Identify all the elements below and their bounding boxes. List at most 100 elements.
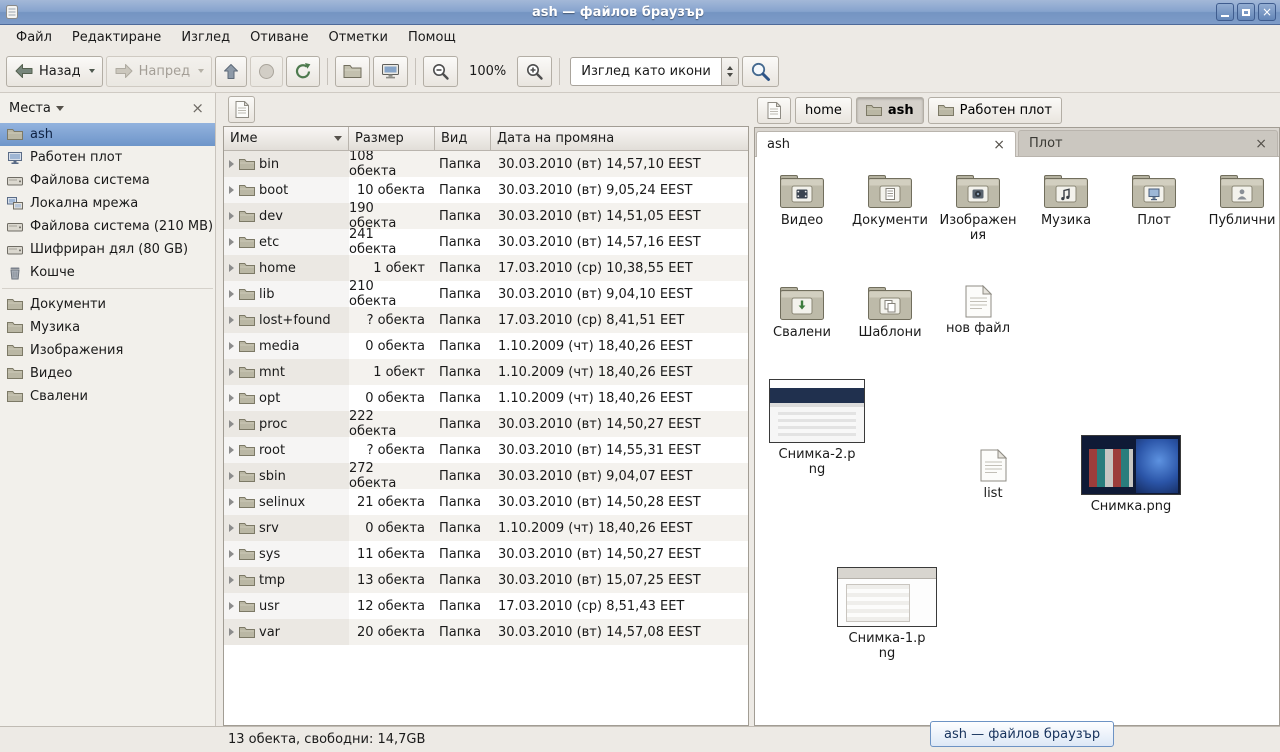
file-row[interactable]: var20 обектаПапка30.03.2010 (вт) 14,57,0… — [224, 619, 748, 645]
file-row[interactable]: home1 обектПапка17.03.2010 (ср) 10,38,55… — [224, 255, 748, 281]
expander-icon[interactable] — [229, 550, 234, 558]
file-row[interactable]: proc222 обектаПапка30.03.2010 (вт) 14,50… — [224, 411, 748, 437]
home-button[interactable] — [335, 56, 370, 87]
icon-view-item[interactable]: Публични — [1201, 173, 1279, 244]
pathbar-desktop-button[interactable]: Работен плот — [928, 97, 1062, 124]
sidebar-close-icon[interactable]: × — [189, 101, 206, 116]
file-row[interactable]: root? обектаПапка30.03.2010 (вт) 14,55,3… — [224, 437, 748, 463]
expander-icon[interactable] — [229, 576, 234, 584]
sidebar-item[interactable]: Музика — [0, 316, 215, 339]
tab-close-icon[interactable]: × — [983, 138, 1005, 152]
expander-icon[interactable] — [229, 290, 234, 298]
forward-button[interactable]: Напред — [106, 56, 212, 87]
expander-icon[interactable] — [229, 498, 234, 506]
file-row[interactable]: bin108 обектаПапка30.03.2010 (вт) 14,57,… — [224, 151, 748, 177]
sidebar-item[interactable]: Кошче — [0, 261, 215, 284]
minimize-button[interactable] — [1216, 3, 1234, 21]
icon-view-item[interactable]: Изображения — [937, 173, 1019, 244]
pathbar-root-button[interactable] — [757, 97, 791, 124]
file-icon-item[interactable]: Снимка.png — [1073, 435, 1189, 515]
icon-view-item[interactable]: Музика — [1025, 173, 1107, 244]
menubar-item[interactable]: Отиване — [240, 27, 318, 48]
maximize-button[interactable] — [1237, 3, 1255, 21]
zoom-out-button[interactable] — [423, 56, 458, 87]
expander-icon[interactable] — [229, 602, 234, 610]
icon-view-item[interactable]: Шаблони — [849, 285, 931, 341]
sidebar-item[interactable]: Видео — [0, 362, 215, 385]
close-button[interactable]: × — [1258, 3, 1276, 21]
computer-button[interactable] — [373, 56, 408, 87]
chevron-down-icon[interactable] — [89, 69, 95, 73]
icon-view-item[interactable]: Плот — [1113, 173, 1195, 244]
tab-desktop[interactable]: Плот × — [1018, 130, 1278, 156]
file-row[interactable]: srv0 обектаПапка1.10.2009 (чт) 18,40,26 … — [224, 515, 748, 541]
file-row[interactable]: dev190 обектаПапка30.03.2010 (вт) 14,51,… — [224, 203, 748, 229]
file-row[interactable]: sys11 обектаПапка30.03.2010 (вт) 14,50,2… — [224, 541, 748, 567]
search-button[interactable] — [742, 56, 779, 87]
menubar-item[interactable]: Помощ — [398, 27, 466, 48]
icon-view-item[interactable]: Видео — [761, 173, 843, 244]
sidebar-item[interactable]: ash — [0, 123, 215, 146]
file-row[interactable]: selinux21 обектаПапка30.03.2010 (вт) 14,… — [224, 489, 748, 515]
icon-view[interactable]: ВидеоДокументиИзображенияМузикаПлотПубли… — [755, 157, 1279, 725]
location-toggle-button[interactable] — [228, 96, 255, 123]
expander-icon[interactable] — [229, 342, 234, 350]
column-header[interactable]: Име — [224, 127, 349, 151]
file-row[interactable]: lost+found? обектаПапка17.03.2010 (ср) 8… — [224, 307, 748, 333]
sidebar-item[interactable]: Свалени — [0, 385, 215, 408]
sidebar-item[interactable]: Изображения — [0, 339, 215, 362]
up-button[interactable] — [215, 56, 247, 87]
sidebar-item[interactable]: Локална мрежа — [0, 192, 215, 215]
expander-icon[interactable] — [229, 264, 234, 272]
tab-close-icon[interactable]: × — [1245, 137, 1267, 151]
file-row[interactable]: opt0 обектаПапка1.10.2009 (чт) 18,40,26 … — [224, 385, 748, 411]
file-row[interactable]: boot10 обектаПапка30.03.2010 (вт) 9,05,2… — [224, 177, 748, 203]
places-header[interactable]: Места × — [0, 93, 215, 123]
icon-view-item[interactable]: Документи — [849, 173, 931, 244]
column-header[interactable]: Размер — [349, 127, 435, 151]
file-row[interactable]: etc241 обектаПапка30.03.2010 (вт) 14,57,… — [224, 229, 748, 255]
expander-icon[interactable] — [229, 394, 234, 402]
file-row[interactable]: sbin272 обектаПапка30.03.2010 (вт) 9,04,… — [224, 463, 748, 489]
pane-divider[interactable] — [216, 93, 223, 726]
expander-icon[interactable] — [229, 212, 234, 220]
menubar-item[interactable]: Редактиране — [62, 27, 171, 48]
expander-icon[interactable] — [229, 446, 234, 454]
reload-button[interactable] — [286, 56, 320, 87]
back-button[interactable]: Назад — [6, 56, 103, 87]
stop-button[interactable] — [250, 56, 283, 87]
file-row[interactable]: media0 обектаПапка1.10.2009 (чт) 18,40,2… — [224, 333, 748, 359]
file-icon-item[interactable]: Снимка-1.png — [833, 567, 941, 662]
pathbar-home-button[interactable]: home — [795, 97, 852, 124]
expander-icon[interactable] — [229, 316, 234, 324]
icon-view-item[interactable]: нов файл — [937, 285, 1019, 341]
expander-icon[interactable] — [229, 238, 234, 246]
file-icon-item[interactable]: Снимка-2.png — [767, 379, 867, 478]
sidebar-item[interactable]: Документи — [0, 293, 215, 316]
sidebar-item[interactable]: Файлова система — [0, 169, 215, 192]
zoom-in-button[interactable] — [517, 56, 552, 87]
icon-view-item[interactable]: Свалени — [761, 285, 843, 341]
expander-icon[interactable] — [229, 472, 234, 480]
file-row[interactable]: tmp13 обектаПапка30.03.2010 (вт) 15,07,2… — [224, 567, 748, 593]
sidebar-item[interactable]: Файлова система (210 MB) — [0, 215, 215, 238]
file-row[interactable]: usr12 обектаПапка17.03.2010 (ср) 8,51,43… — [224, 593, 748, 619]
menubar-item[interactable]: Файл — [6, 27, 62, 48]
sidebar-item[interactable]: Работен плот — [0, 146, 215, 169]
file-row[interactable]: lib210 обектаПапка30.03.2010 (вт) 9,04,1… — [224, 281, 748, 307]
menubar-item[interactable]: Отметки — [318, 27, 397, 48]
expander-icon[interactable] — [229, 186, 234, 194]
expander-icon[interactable] — [229, 628, 234, 636]
file-icon-item[interactable]: list — [957, 449, 1029, 502]
column-header[interactable]: Вид — [435, 127, 491, 151]
view-mode-stepper[interactable] — [721, 58, 738, 85]
expander-icon[interactable] — [229, 524, 234, 532]
tab-ash[interactable]: ash × — [756, 131, 1016, 157]
sidebar-item[interactable]: Шифриран дял (80 GB) — [0, 238, 215, 261]
pathbar-ash-button[interactable]: ash — [856, 97, 924, 124]
view-mode-select[interactable]: Изглед като икони — [570, 57, 739, 86]
expander-icon[interactable] — [229, 420, 234, 428]
taskbar-window-button[interactable]: ash — файлов браузър — [930, 721, 1114, 747]
column-header[interactable]: Дата на промяна — [491, 127, 748, 151]
menubar-item[interactable]: Изглед — [171, 27, 240, 48]
